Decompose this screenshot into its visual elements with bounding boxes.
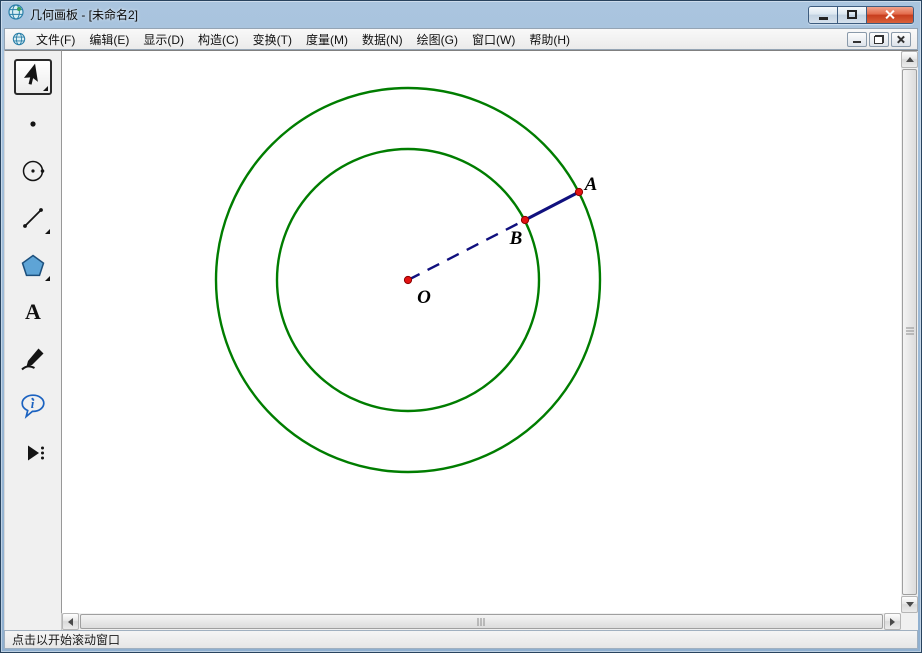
client-area: A i: [4, 50, 918, 613]
tool-marker[interactable]: [14, 341, 52, 377]
mdi-window-controls: [847, 32, 913, 47]
point-B[interactable]: [521, 216, 528, 223]
scroll-up-button[interactable]: [901, 51, 918, 68]
scroll-right-button[interactable]: [884, 613, 901, 630]
menu-item-construct[interactable]: 构造(C): [191, 29, 246, 50]
segment-OB[interactable]: [408, 220, 525, 280]
arrow-right-icon: [890, 618, 899, 626]
window-title: 几何画板 - [未命名2]: [30, 6, 138, 23]
menu-item-data[interactable]: 数据(N): [355, 29, 410, 50]
menu-item-display[interactable]: 显示(D): [136, 29, 191, 50]
app-window: 几何画板 - [未命名2] 文件(F) 编辑(E) 显示(D) 构造(C) 变换: [0, 0, 922, 653]
point-O[interactable]: [404, 276, 411, 283]
thumb-grip-icon: [906, 328, 914, 337]
polygon-tool-icon: [19, 251, 47, 279]
toolbox: A i: [4, 50, 62, 613]
vertical-scroll-track[interactable]: [901, 68, 918, 596]
geometry-svg: O B A: [62, 51, 901, 613]
title-bar[interactable]: 几何画板 - [未命名2]: [1, 1, 921, 28]
text-tool-icon: A: [25, 299, 41, 325]
close-icon: [885, 9, 896, 20]
thumb-grip-icon: [477, 618, 486, 626]
circle-tool-icon: [19, 157, 47, 185]
arrow-left-icon: [64, 618, 73, 626]
scroll-left-button[interactable]: [62, 613, 79, 630]
scroll-down-button[interactable]: [901, 596, 918, 613]
horizontal-scrollbar-row: [4, 613, 918, 630]
menu-item-graph[interactable]: 绘图(G): [410, 29, 465, 50]
maximize-button[interactable]: [838, 7, 867, 23]
menu-item-file[interactable]: 文件(F): [29, 29, 82, 50]
information-tool-icon: i: [19, 392, 47, 420]
mdi-close-button[interactable]: [891, 32, 911, 47]
menu-item-measure[interactable]: 度量(M): [299, 29, 355, 50]
tool-selection-arrow[interactable]: [14, 59, 52, 95]
marker-tool-icon: [19, 345, 47, 373]
menu-item-help[interactable]: 帮助(H): [522, 29, 577, 50]
mdi-minimize-button[interactable]: [847, 32, 867, 47]
tool-information[interactable]: i: [14, 388, 52, 424]
tool-polygon[interactable]: [14, 247, 52, 283]
point-A[interactable]: [575, 188, 582, 195]
custom-tool-icon: [19, 439, 47, 467]
flyout-indicator-icon: [45, 276, 50, 281]
menu-item-window[interactable]: 窗口(W): [465, 29, 522, 50]
minimize-icon: [819, 17, 828, 20]
document-icon[interactable]: [12, 32, 26, 46]
close-icon: [897, 35, 906, 44]
status-bar: 点击以开始滚动窗口: [4, 630, 918, 649]
arrow-up-icon: [906, 53, 914, 62]
vertical-scroll-thumb[interactable]: [902, 69, 917, 595]
status-text: 点击以开始滚动窗口: [12, 631, 120, 648]
horizontal-scrollbar[interactable]: [62, 613, 901, 630]
toolbox-footer: [4, 613, 62, 630]
tool-circle[interactable]: [14, 153, 52, 189]
point-label-O[interactable]: O: [417, 287, 431, 308]
tool-custom[interactable]: [14, 435, 52, 471]
horizontal-scroll-thumb[interactable]: [80, 614, 883, 629]
horizontal-scroll-track[interactable]: [79, 613, 884, 630]
segment-BA[interactable]: [525, 192, 579, 220]
sketch-canvas[interactable]: O B A: [62, 50, 901, 613]
window-controls: [808, 6, 914, 24]
point-label-B[interactable]: B: [509, 228, 523, 249]
mdi-restore-button[interactable]: [869, 32, 889, 47]
point-label-A[interactable]: A: [584, 174, 598, 195]
menu-item-transform[interactable]: 变换(T): [246, 29, 299, 50]
restore-icon: [874, 35, 884, 44]
maximize-icon: [847, 10, 857, 19]
flyout-indicator-icon: [45, 229, 50, 234]
menu-bar: 文件(F) 编辑(E) 显示(D) 构造(C) 变换(T) 度量(M) 数据(N…: [4, 28, 918, 50]
arrow-down-icon: [906, 602, 914, 611]
tool-text[interactable]: A: [14, 294, 52, 330]
tool-point[interactable]: [14, 106, 52, 142]
menu-item-edit[interactable]: 编辑(E): [82, 29, 136, 50]
vertical-scrollbar[interactable]: [901, 50, 918, 613]
scrollbar-corner: [901, 613, 918, 630]
minimize-icon: [853, 41, 861, 43]
minimize-button[interactable]: [809, 7, 838, 23]
close-button[interactable]: [867, 7, 913, 23]
flyout-indicator-icon: [43, 86, 48, 91]
point-tool-icon: [19, 110, 47, 138]
tool-segment[interactable]: [14, 200, 52, 236]
app-icon: [8, 4, 24, 25]
segment-tool-icon: [19, 204, 47, 232]
